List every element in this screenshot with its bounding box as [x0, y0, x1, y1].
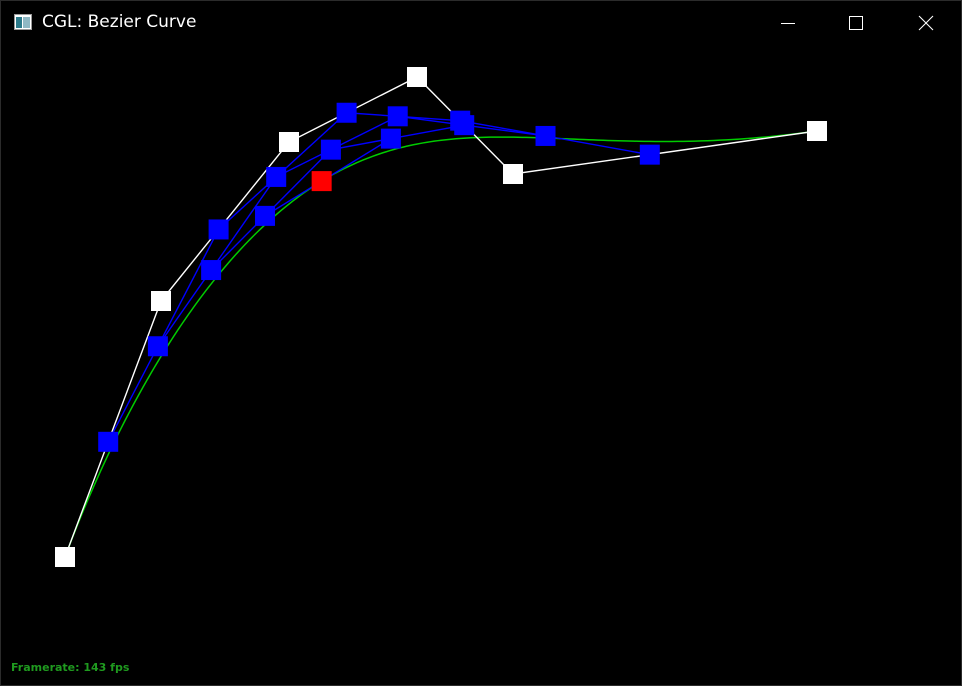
framerate-text: Framerate: 143 fps: [11, 661, 130, 674]
control-point[interactable]: [503, 164, 523, 184]
control-point[interactable]: [55, 547, 75, 567]
intermediate-point: [535, 125, 556, 146]
maximize-button[interactable]: [833, 1, 879, 45]
control-point[interactable]: [151, 291, 171, 311]
intermediate-point: [336, 102, 357, 123]
intermediate-point: [266, 166, 287, 187]
points-layer: [55, 67, 827, 567]
evaluated-point: [311, 171, 332, 192]
intermediate-point: [639, 144, 660, 165]
intermediate-point: [387, 106, 408, 127]
bezier-canvas[interactable]: [1, 45, 961, 685]
intermediate-point: [255, 205, 276, 226]
title-bar[interactable]: CGL: Bezier Curve: [1, 1, 961, 45]
minimize-button[interactable]: [765, 1, 811, 45]
close-icon: [918, 15, 934, 31]
app-window-icon: [14, 14, 32, 30]
intermediate-point: [201, 260, 222, 281]
intermediate-point: [208, 219, 229, 240]
maximize-icon: [849, 16, 863, 30]
intermediate-point: [454, 115, 475, 136]
intermediate-point: [380, 128, 401, 149]
control-point[interactable]: [279, 132, 299, 152]
intermediate-polygon: [107, 112, 650, 443]
control-point[interactable]: [807, 121, 827, 141]
bezier-curve: [64, 130, 818, 558]
intermediate-point: [147, 336, 168, 357]
control-point[interactable]: [407, 67, 427, 87]
window-title: CGL: Bezier Curve: [42, 12, 197, 32]
app-window: CGL: Bezier Curve Framerate: 143 fps: [0, 0, 962, 686]
minimize-icon: [781, 23, 795, 24]
construction-lines-layer: [64, 76, 818, 558]
close-button[interactable]: [903, 1, 949, 45]
bezier-curve-layer: [64, 130, 818, 558]
intermediate-point: [320, 139, 341, 160]
intermediate-point: [98, 431, 119, 452]
